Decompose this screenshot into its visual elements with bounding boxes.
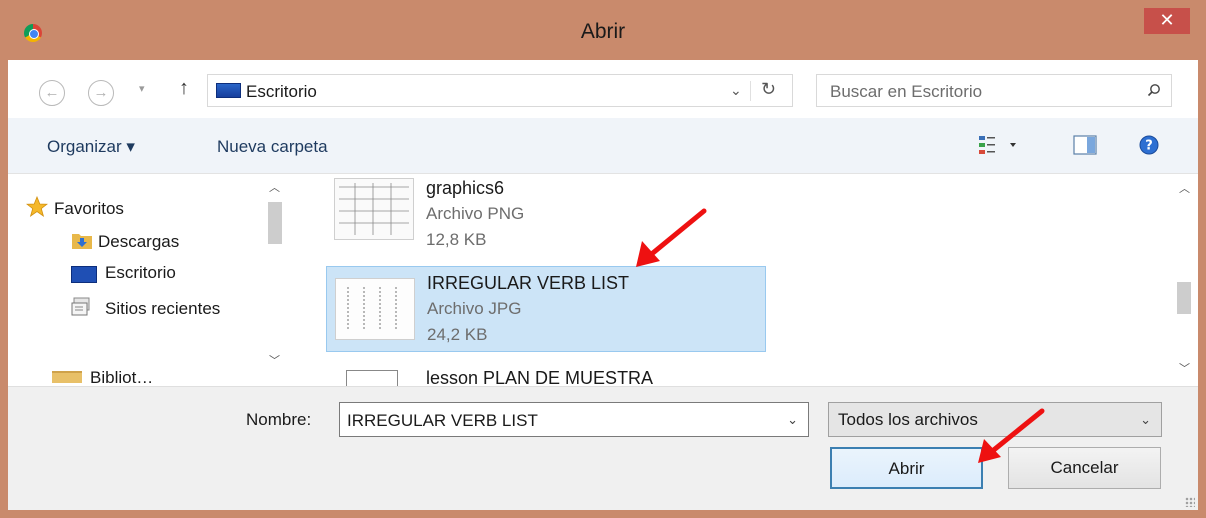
new-folder-button[interactable]: Nueva carpeta — [217, 137, 328, 157]
sidebar-item-favoritos[interactable]: Favoritos — [54, 199, 124, 219]
navigation-scrollbar[interactable]: ︿ ﹀ — [263, 174, 286, 374]
title-bar[interactable]: Abrir ✕ — [0, 0, 1206, 60]
sidebar-item-escritorio[interactable]: Escritorio — [105, 263, 176, 283]
help-icon[interactable]: ? — [1138, 134, 1160, 156]
file-size: 24,2 KB — [427, 325, 488, 344]
preview-pane-icon[interactable] — [1073, 134, 1097, 156]
address-divider — [750, 81, 751, 101]
navigation-bar: ← → ▾ ↑ Escritorio ⌄ ↻ Buscar en Escrito… — [8, 60, 1198, 118]
open-button[interactable]: Abrir — [830, 447, 983, 489]
refresh-button[interactable]: ↻ — [761, 79, 776, 100]
scroll-up-chevron[interactable]: ︿ — [269, 179, 280, 195]
star-icon — [26, 196, 48, 217]
sidebar-item-bibliotecas[interactable]: Bibliot… — [90, 368, 153, 386]
window-frame: Abrir ✕ ← → ▾ ↑ Escritorio ⌄ ↻ Buscar en… — [0, 0, 1206, 518]
filename-combobox[interactable]: IRREGULAR VERB LIST ⌄ — [339, 402, 809, 437]
scroll-down-chevron[interactable]: ﹀ — [1179, 360, 1190, 376]
jpg-thumbnail-icon — [335, 278, 415, 340]
downloads-folder-icon — [72, 234, 92, 249]
file-type-filter-value: Todos los archivos — [838, 410, 978, 429]
organize-menu[interactable]: Organizar ▾ — [47, 137, 135, 157]
file-name: IRREGULAR VERB LIST — [427, 273, 630, 293]
png-thumbnail-icon — [334, 178, 414, 240]
file-list-scrollbar-thumb[interactable] — [1177, 282, 1191, 314]
file-item-lesson-plan[interactable]: lesson PLAN DE MUESTRA — [326, 364, 766, 386]
chevron-down-icon[interactable]: ⌄ — [787, 412, 798, 428]
file-name: lesson PLAN DE MUESTRA — [426, 368, 654, 386]
address-bar[interactable]: Escritorio ⌄ ↻ — [207, 74, 793, 107]
file-type: Archivo JPG — [427, 299, 522, 318]
address-history-chevron[interactable]: ⌄ — [730, 82, 742, 99]
file-size: 12,8 KB — [426, 230, 487, 249]
file-item-irregular-verb-list[interactable]: IRREGULAR VERB LIST Archivo JPG 24,2 KB — [326, 266, 766, 352]
back-button[interactable]: ← — [39, 80, 65, 106]
filename-label: Nombre: — [246, 410, 312, 429]
file-type: Archivo PNG — [426, 204, 525, 223]
annotation-arrow-file — [636, 208, 707, 267]
sidebar-item-sitios-recientes[interactable]: Sitios recientes — [105, 299, 220, 319]
document-icon — [346, 370, 398, 386]
libraries-icon — [52, 371, 82, 383]
navigation-scrollbar-thumb[interactable] — [268, 202, 282, 244]
file-list-scrollbar[interactable]: ︿ ﹀ — [1172, 174, 1198, 388]
search-input[interactable]: Buscar en Escritorio — [816, 74, 1172, 107]
annotation-arrow-open — [978, 408, 1045, 463]
file-name: graphics6 — [426, 178, 505, 198]
command-toolbar: Organizar ▾ Nueva carpeta ? — [8, 118, 1198, 174]
up-one-level-button[interactable]: ↑ — [179, 77, 189, 100]
search-icon[interactable] — [1147, 83, 1161, 97]
resize-grip[interactable] — [1185, 497, 1195, 507]
sidebar-item-descargas[interactable]: Descargas — [98, 232, 179, 252]
desktop-icon — [216, 83, 241, 98]
window-title: Abrir — [580, 20, 626, 43]
address-text: Escritorio — [246, 82, 317, 101]
close-button[interactable]: ✕ — [1144, 8, 1190, 34]
scroll-down-chevron[interactable]: ﹀ — [269, 352, 280, 368]
svg-text:?: ? — [1145, 139, 1153, 154]
desktop-icon — [71, 266, 97, 283]
file-list: graphics6 Archivo PNG 12,8 KB IRREGULAR … — [308, 174, 1170, 386]
recent-places-icon — [71, 297, 90, 316]
change-view-icon[interactable] — [978, 134, 1024, 156]
filename-value: IRREGULAR VERB LIST — [347, 411, 538, 430]
forward-button[interactable]: → — [88, 80, 114, 106]
scroll-up-chevron[interactable]: ︿ — [1179, 180, 1190, 196]
recent-locations-dropdown[interactable]: ▾ — [139, 82, 145, 95]
navigation-pane: Favoritos Descargas Escritorio Sitios re… — [8, 174, 295, 386]
search-placeholder: Buscar en Escritorio — [830, 82, 983, 101]
chevron-down-icon[interactable]: ⌄ — [1140, 412, 1151, 428]
